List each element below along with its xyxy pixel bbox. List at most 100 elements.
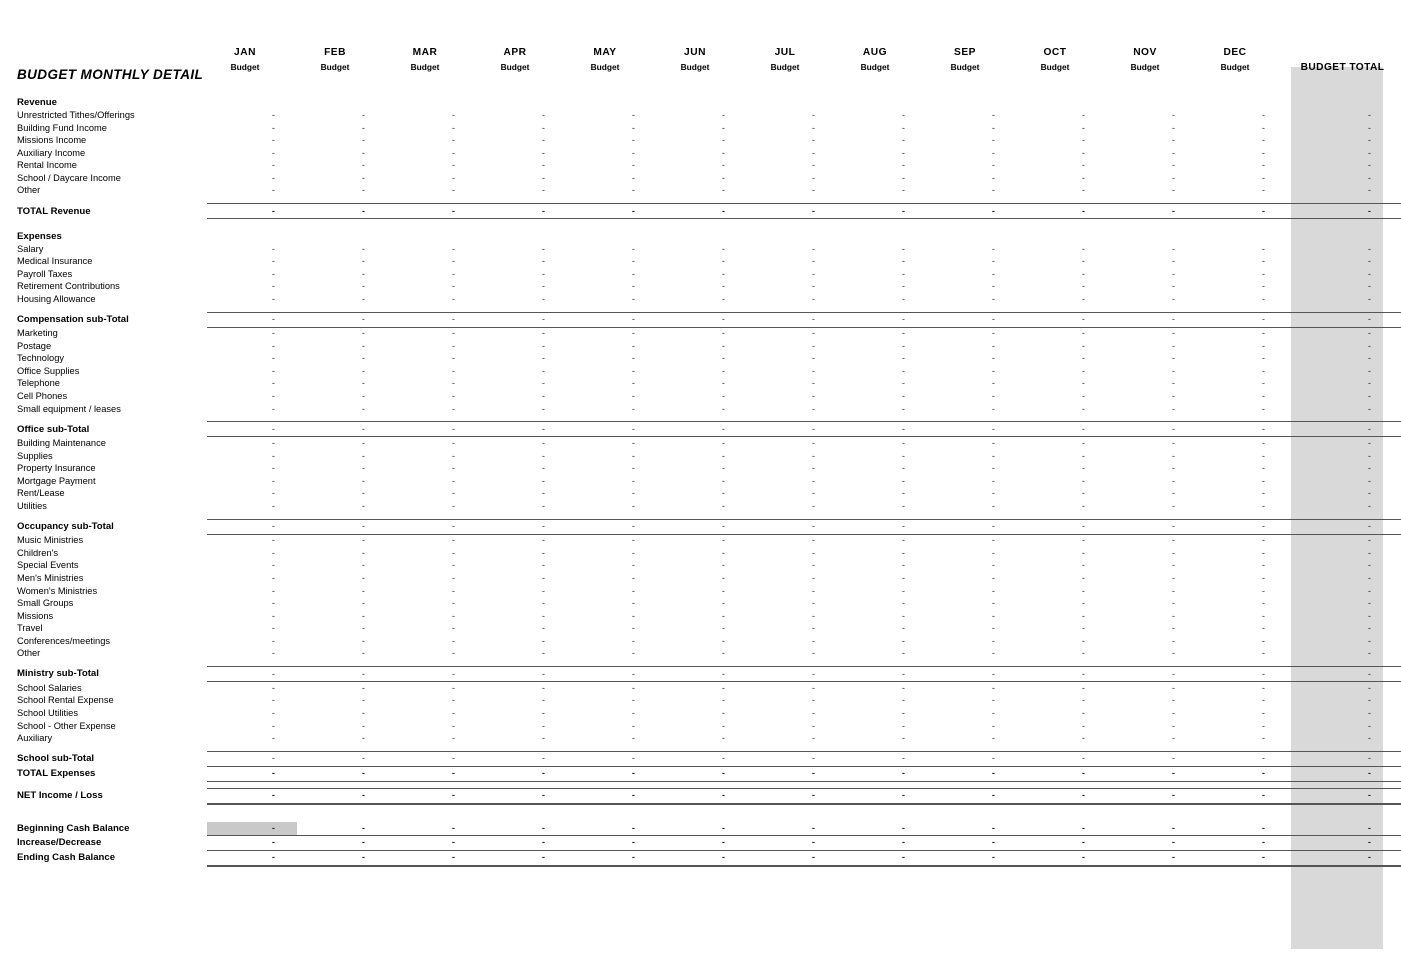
cell-jan[interactable]: - [207, 572, 297, 585]
cell-sep[interactable]: - [927, 437, 1017, 450]
cell-feb[interactable]: - [297, 623, 387, 636]
cell-sep[interactable]: - [927, 110, 1017, 123]
cell-jul[interactable]: - [747, 340, 837, 353]
cell-feb[interactable]: - [297, 390, 387, 403]
cell-jun[interactable]: - [657, 268, 747, 281]
cell-jan[interactable]: - [207, 635, 297, 648]
cell-budget-total[interactable]: - [1287, 787, 1401, 805]
cell-jan[interactable]: - [207, 255, 297, 268]
cell-sep[interactable]: - [927, 122, 1017, 135]
cell-jul[interactable]: - [747, 255, 837, 268]
cell-aug[interactable]: - [837, 340, 927, 353]
cell-jul[interactable]: - [747, 598, 837, 611]
cell-feb[interactable]: - [297, 518, 387, 535]
cell-sep[interactable]: - [927, 353, 1017, 366]
cell-feb[interactable]: - [297, 255, 387, 268]
cell-oct[interactable]: - [1017, 172, 1107, 185]
cell-jun[interactable]: - [657, 598, 747, 611]
cell-jul[interactable]: - [747, 834, 837, 851]
cell-sep[interactable]: - [927, 185, 1017, 198]
cell-sep[interactable]: - [927, 255, 1017, 268]
cell-aug[interactable]: - [837, 750, 927, 767]
cell-oct[interactable]: - [1017, 598, 1107, 611]
cell-jul[interactable]: - [747, 160, 837, 173]
cell-jun[interactable]: - [657, 255, 747, 268]
cell-sep[interactable]: - [927, 834, 1017, 851]
cell-sep[interactable]: - [927, 648, 1017, 661]
cell-mar[interactable]: - [387, 390, 477, 403]
cell-mar[interactable]: - [387, 365, 477, 378]
cell-dec[interactable]: - [1197, 635, 1287, 648]
cell-dec[interactable]: - [1197, 822, 1287, 835]
cell-jan[interactable]: - [207, 147, 297, 160]
cell-jan[interactable]: - [207, 340, 297, 353]
cell-dec[interactable]: - [1197, 560, 1287, 573]
cell-jun[interactable]: - [657, 340, 747, 353]
cell-sep[interactable]: - [927, 403, 1017, 416]
cell-sep[interactable]: - [927, 598, 1017, 611]
cell-aug[interactable]: - [837, 122, 927, 135]
cell-may[interactable]: - [567, 635, 657, 648]
cell-jul[interactable]: - [747, 648, 837, 661]
cell-aug[interactable]: - [837, 450, 927, 463]
cell-nov[interactable]: - [1107, 122, 1197, 135]
cell-apr[interactable]: - [477, 160, 567, 173]
cell-budget-total[interactable]: - [1287, 732, 1401, 745]
cell-feb[interactable]: - [297, 610, 387, 623]
cell-aug[interactable]: - [837, 147, 927, 160]
cell-oct[interactable]: - [1017, 765, 1107, 782]
cell-feb[interactable]: - [297, 560, 387, 573]
cell-dec[interactable]: - [1197, 160, 1287, 173]
cell-may[interactable]: - [567, 403, 657, 416]
cell-budget-total[interactable]: - [1287, 707, 1401, 720]
cell-apr[interactable]: - [477, 547, 567, 560]
cell-nov[interactable]: - [1107, 450, 1197, 463]
cell-dec[interactable]: - [1197, 666, 1287, 683]
cell-oct[interactable]: - [1017, 787, 1107, 805]
cell-jan[interactable]: - [207, 403, 297, 416]
cell-dec[interactable]: - [1197, 787, 1287, 805]
cell-jan[interactable]: - [207, 172, 297, 185]
cell-sep[interactable]: - [927, 281, 1017, 294]
cell-apr[interactable]: - [477, 787, 567, 805]
cell-aug[interactable]: - [837, 160, 927, 173]
cell-jun[interactable]: - [657, 110, 747, 123]
cell-jun[interactable]: - [657, 463, 747, 476]
cell-jun[interactable]: - [657, 787, 747, 805]
cell-dec[interactable]: - [1197, 255, 1287, 268]
cell-feb[interactable]: - [297, 707, 387, 720]
cell-sep[interactable]: - [927, 822, 1017, 835]
cell-oct[interactable]: - [1017, 849, 1107, 867]
cell-aug[interactable]: - [837, 293, 927, 306]
cell-feb[interactable]: - [297, 534, 387, 547]
cell-may[interactable]: - [567, 610, 657, 623]
cell-jul[interactable]: - [747, 463, 837, 476]
cell-may[interactable]: - [567, 623, 657, 636]
cell-budget-total[interactable]: - [1287, 682, 1401, 695]
cell-may[interactable]: - [567, 160, 657, 173]
cell-jul[interactable]: - [747, 437, 837, 450]
cell-oct[interactable]: - [1017, 732, 1107, 745]
cell-budget-total[interactable]: - [1287, 421, 1401, 438]
cell-feb[interactable]: - [297, 765, 387, 782]
cell-oct[interactable]: - [1017, 707, 1107, 720]
cell-budget-total[interactable]: - [1287, 353, 1401, 366]
cell-aug[interactable]: - [837, 560, 927, 573]
cell-jan[interactable]: - [207, 610, 297, 623]
cell-nov[interactable]: - [1107, 500, 1197, 513]
cell-may[interactable]: - [567, 787, 657, 805]
cell-jan[interactable]: - [207, 185, 297, 198]
cell-aug[interactable]: - [837, 403, 927, 416]
cell-aug[interactable]: - [837, 518, 927, 535]
cell-apr[interactable]: - [477, 750, 567, 767]
cell-jan[interactable]: - [207, 666, 297, 683]
cell-dec[interactable]: - [1197, 572, 1287, 585]
cell-dec[interactable]: - [1197, 268, 1287, 281]
cell-oct[interactable]: - [1017, 122, 1107, 135]
cell-may[interactable]: - [567, 421, 657, 438]
cell-aug[interactable]: - [837, 610, 927, 623]
cell-budget-total[interactable]: - [1287, 610, 1401, 623]
cell-dec[interactable]: - [1197, 834, 1287, 851]
cell-sep[interactable]: - [927, 311, 1017, 328]
cell-may[interactable]: - [567, 547, 657, 560]
